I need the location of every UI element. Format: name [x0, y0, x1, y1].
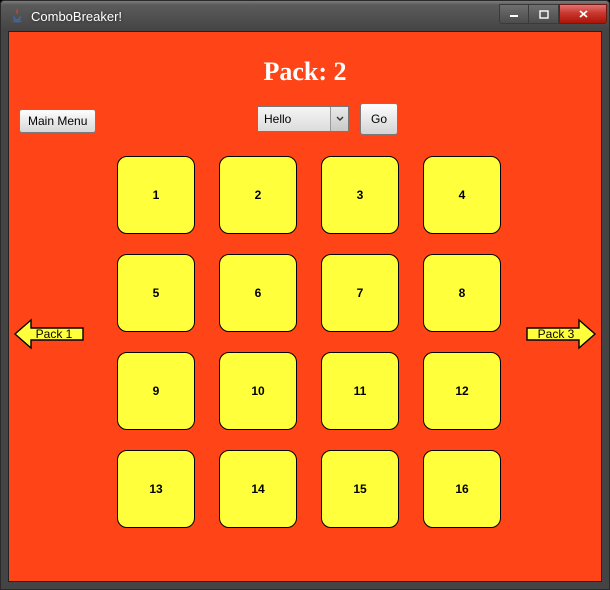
prev-pack-button[interactable]: Pack 1 — [13, 314, 85, 354]
level-button[interactable]: 11 — [321, 352, 399, 430]
level-button[interactable]: 4 — [423, 156, 501, 234]
level-button[interactable]: 13 — [117, 450, 195, 528]
go-button[interactable]: Go — [360, 103, 398, 135]
level-button[interactable]: 3 — [321, 156, 399, 234]
minimize-button[interactable] — [499, 4, 529, 24]
level-button[interactable]: 2 — [219, 156, 297, 234]
pack-select-value: Hello — [258, 112, 330, 126]
level-button[interactable]: 14 — [219, 450, 297, 528]
content-pane: Pack: 2 Main Menu Hello Go Pack 1 — [8, 31, 602, 582]
level-button[interactable]: 6 — [219, 254, 297, 332]
level-button[interactable]: 9 — [117, 352, 195, 430]
toolbar: Main Menu Hello Go — [9, 106, 601, 138]
close-button[interactable] — [559, 4, 607, 24]
titlebar[interactable]: ComboBreaker! — [1, 1, 609, 31]
next-pack-button[interactable]: Pack 3 — [525, 314, 597, 354]
window-title: ComboBreaker! — [31, 9, 499, 24]
level-button[interactable]: 16 — [423, 450, 501, 528]
level-button[interactable]: 1 — [117, 156, 195, 234]
level-button[interactable]: 15 — [321, 450, 399, 528]
app-window: ComboBreaker! Pack: 2 Main Menu Hello — [0, 0, 610, 590]
maximize-button[interactable] — [529, 4, 559, 24]
level-button[interactable]: 7 — [321, 254, 399, 332]
level-button[interactable]: 5 — [117, 254, 195, 332]
go-label: Go — [371, 112, 387, 126]
level-button[interactable]: 8 — [423, 254, 501, 332]
main-menu-label: Main Menu — [28, 114, 87, 128]
level-button[interactable]: 10 — [219, 352, 297, 430]
main-menu-button[interactable]: Main Menu — [19, 109, 96, 133]
page-title: Pack: 2 — [9, 57, 601, 87]
java-icon — [9, 8, 25, 24]
window-controls — [499, 4, 607, 24]
next-pack-label: Pack 3 — [525, 314, 597, 354]
level-grid: 1 2 3 4 5 6 7 8 9 10 11 12 13 14 15 16 — [117, 156, 501, 528]
prev-pack-label: Pack 1 — [13, 314, 85, 354]
pack-select[interactable]: Hello — [257, 106, 349, 132]
chevron-down-icon — [330, 107, 348, 131]
level-button[interactable]: 12 — [423, 352, 501, 430]
